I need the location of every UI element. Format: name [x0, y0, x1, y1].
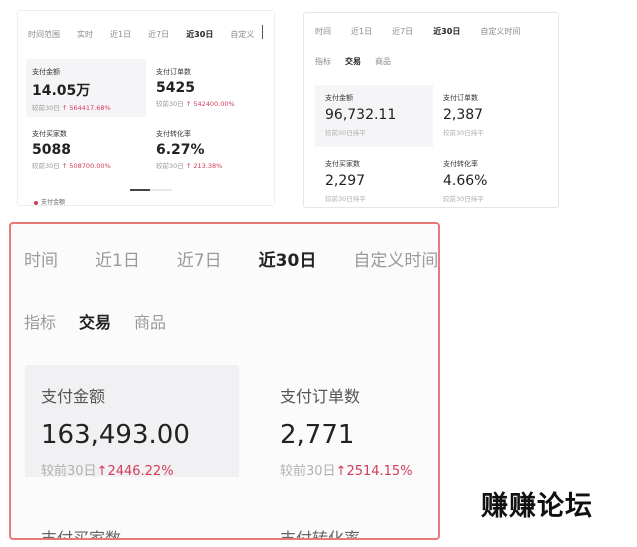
realtime-data-panel: 时间范围 实时 近1日 近7日 近30日 自定义 支付金额 14.05万 较前3… — [17, 10, 275, 206]
tab-time-range: 时间范围 — [28, 30, 60, 39]
tab-custom-time[interactable]: 自定义时间 — [480, 26, 520, 37]
tab-time: 时间 — [315, 27, 331, 36]
carousel-indicator[interactable] — [130, 189, 172, 191]
metric-compare: 较前30日持平 — [443, 129, 484, 137]
tab-metrics: 指标 — [24, 313, 57, 332]
metric-value: 96,732.11 — [325, 107, 397, 123]
metric-change: ↑ 542400.00% — [185, 100, 235, 108]
metric-card-payment-amount[interactable]: 支付金额 14.05万 较前30日 ↑ 564417.68% — [26, 59, 146, 117]
tab-realtime[interactable]: 实时 — [77, 29, 93, 40]
tab-goods[interactable]: 商品 — [134, 309, 166, 333]
metric-compare: 较前30日 ↑ 508700.00% — [32, 162, 111, 170]
metric-value: 2,771 — [280, 420, 355, 450]
tab-last-30-days[interactable]: 近30日 — [433, 26, 460, 37]
tab-custom-time[interactable]: 自定义时间 — [353, 246, 438, 271]
metric-category-tabs: 指标 交易 商品 — [315, 56, 405, 67]
metric-value: 4.66% — [443, 173, 488, 189]
metric-change: ↑2514.15% — [335, 464, 413, 479]
metric-value: 2,387 — [443, 107, 484, 123]
metric-label: 支付订单数 — [443, 94, 478, 102]
metric-card-buyer-count[interactable]: 支付买家数 2,297 较前30日持平 — [315, 151, 433, 213]
tab-last-7-days[interactable]: 近7日 — [392, 26, 413, 37]
metric-card-payment-amount[interactable]: 支付金额 96,732.11 较前30日持平 — [315, 85, 433, 147]
time-range-tabs: 时间范围 实时 近1日 近7日 近30日 自定义 — [28, 29, 271, 40]
metric-label: 支付订单数 — [280, 387, 361, 406]
tab-trade[interactable]: 交易 — [79, 309, 111, 333]
metric-label: 支付金额 — [32, 68, 60, 76]
trade-data-panel-zoomed: 时间 近1日 近7日 近30日 自定义时间 指标 交易 商品 支付金额 163,… — [9, 222, 440, 540]
trade-data-panel-small: 时间 近1日 近7日 近30日 自定义时间 指标 交易 商品 支付金额 96,7… — [303, 12, 559, 208]
metric-value: 5088 — [32, 142, 71, 158]
metric-category-tabs: 指标 交易 商品 — [24, 309, 189, 333]
time-range-tabs: 时间 近1日 近7日 近30日 自定义时间 — [24, 246, 438, 271]
tab-last-30-days[interactable]: 近30日 — [259, 246, 317, 271]
metric-value: 6.27% — [156, 142, 205, 158]
tab-metrics: 指标 — [315, 57, 331, 66]
metric-label-conversion-rate: 支付转化率 — [280, 529, 361, 540]
tab-last-1-day[interactable]: 近1日 — [95, 246, 140, 271]
metric-card-payment-amount[interactable]: 支付金额 163,493.00 较前30日↑2446.22% — [25, 365, 239, 479]
metric-compare: 较前30日持平 — [443, 195, 484, 203]
metric-compare: 较前30日 ↑ 542400.00% — [156, 100, 235, 108]
metric-value: 2,297 — [325, 173, 366, 189]
carousel-indicator-active — [130, 189, 150, 191]
metric-label: 支付买家数 — [32, 130, 67, 138]
tab-last-1-day[interactable]: 近1日 — [110, 29, 131, 40]
time-range-tabs: 时间 近1日 近7日 近30日 自定义时间 — [315, 26, 540, 37]
metric-change: ↑2446.22% — [96, 464, 174, 479]
tab-goods[interactable]: 商品 — [375, 56, 391, 67]
tab-trade[interactable]: 交易 — [345, 56, 361, 67]
metric-value: 5425 — [156, 80, 195, 96]
tab-time: 时间 — [24, 251, 58, 271]
tab-last-7-days[interactable]: 近7日 — [148, 29, 169, 40]
tab-last-7-days[interactable]: 近7日 — [177, 246, 222, 271]
metric-change: ↑ 213.38% — [185, 162, 223, 170]
metric-compare: 较前30日持平 — [325, 195, 366, 203]
metric-compare: 较前30日 ↑ 213.38% — [156, 162, 223, 170]
metric-label-buyer-count: 支付买家数 — [41, 529, 122, 540]
metric-card-order-count[interactable]: 支付订单数 2,387 较前30日持平 — [435, 85, 553, 147]
metric-label: 支付转化率 — [443, 160, 478, 168]
metric-label: 支付转化率 — [156, 130, 191, 138]
metric-label: 支付买家数 — [325, 160, 360, 168]
metric-card-order-count[interactable]: 支付订单数 5425 较前30日 ↑ 542400.00% — [154, 59, 274, 117]
metric-change: ↑ 508700.00% — [61, 162, 111, 170]
tab-last-1-day[interactable]: 近1日 — [351, 26, 372, 37]
metric-change: ↑ 564417.68% — [61, 104, 111, 112]
metric-card-order-count[interactable]: 支付订单数 2,771 较前30日↑2514.15% — [268, 365, 438, 479]
chart-legend[interactable]: 支付金额 — [34, 197, 65, 206]
metric-compare: 较前30日↑2446.22% — [41, 464, 174, 479]
legend-label: 支付金额 — [41, 199, 66, 206]
metric-card-buyer-count[interactable]: 支付买家数 5088 较前30日 ↑ 508700.00% — [26, 121, 146, 179]
tab-custom[interactable]: 自定义 — [230, 29, 254, 40]
metric-compare: 较前30日持平 — [325, 129, 366, 137]
tab-last-30-days[interactable]: 近30日 — [186, 29, 213, 40]
scroll-indicator — [262, 25, 263, 39]
metric-label: 支付订单数 — [156, 68, 191, 76]
metric-card-conversion-rate[interactable]: 支付转化率 4.66% 较前30日持平 — [435, 151, 553, 213]
metric-compare: 较前30日 ↑ 564417.68% — [32, 104, 111, 112]
legend-dot-icon — [34, 200, 38, 205]
metric-label: 支付金额 — [325, 94, 353, 102]
metric-card-conversion-rate[interactable]: 支付转化率 6.27% 较前30日 ↑ 213.38% — [154, 121, 274, 179]
watermark-text: 赚赚论坛 — [481, 491, 593, 522]
metric-value: 14.05万 — [32, 83, 91, 99]
metric-value: 163,493.00 — [41, 420, 190, 450]
metric-label: 支付金额 — [41, 387, 106, 406]
metric-compare: 较前30日↑2514.15% — [280, 464, 413, 479]
